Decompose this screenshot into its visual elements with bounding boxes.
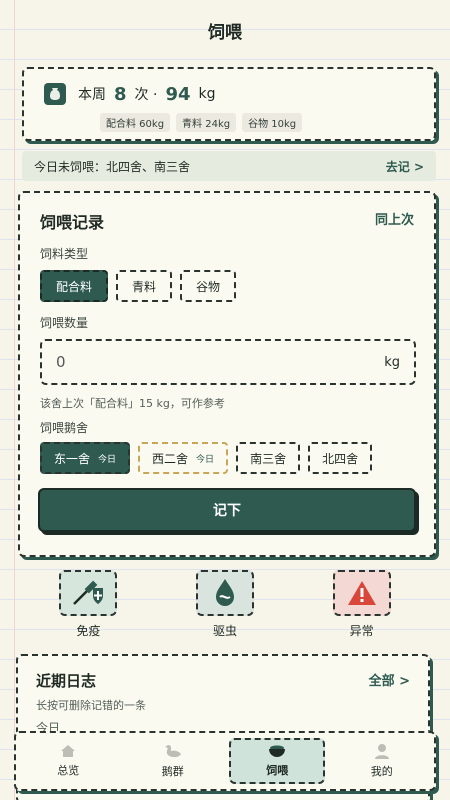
abnormal-action[interactable]: 异常 [317,570,407,639]
weekly-summary-card: 本周 8 次 · 94 kg 配合料 60kg 青料 24kg 谷物 10kg [22,67,436,141]
quantity-hint: 该舍上次「配合料」15 kg，可作参考 [40,397,225,410]
pen-name: 东一舍 [54,451,91,466]
user-icon [374,744,389,759]
deworm-label: 驱虫 [212,624,237,638]
feed-type-grain[interactable]: 谷物 [180,270,237,302]
unfed-notice-text: 今日未饲喂：北四舍、南三舍 [34,159,191,174]
log-all-link[interactable]: 全部 > [369,670,410,691]
week-weight-unit: kg [198,86,216,102]
vaccine-action[interactable]: 免疫 [43,570,133,639]
submit-record-button[interactable]: 记下 [38,488,416,532]
feed-sack-icon [44,83,66,105]
notebook-margin [14,0,15,800]
tab-overview-label: 总览 [57,764,80,777]
syringe-shield-icon[interactable] [59,570,118,616]
page-title: 饲喂 [208,22,242,43]
log-title: 近期日志 [36,672,97,690]
pen-west-two[interactable]: 西二舍 今日 [138,442,229,474]
tab-feeding[interactable]: 饲喂 [229,738,326,784]
feed-type-label: 饲料类型 [40,247,89,261]
pen-north-four[interactable]: 北四舍 [308,442,373,474]
pen-today-tag: 今日 [196,454,215,465]
quantity-label: 饲喂数量 [40,316,89,330]
unfed-notice[interactable]: 今日未饲喂：北四舍、南三舍 去记 > [22,151,436,181]
tab-flock[interactable]: 鹅群 [125,738,221,784]
same-as-last-button[interactable]: 同上次 [375,209,414,233]
chip-green: 青料 24kg [176,113,237,132]
record-title: 饲喂记录 [40,213,105,232]
pen-name: 西二舍 [152,451,189,466]
week-weight: 94 [165,83,191,105]
tab-mine[interactable]: 我的 [334,738,430,784]
feed-bowl-icon [269,745,286,757]
tab-mine-label: 我的 [370,765,393,778]
go-record-link[interactable]: 去记 > [386,158,424,175]
feed-type-compound[interactable]: 配合料 [40,270,109,302]
week-label: 本周 [78,87,106,103]
bottom-tab-bar: 总览 鹅群 饲喂 我的 [14,731,436,791]
home-icon [61,745,76,757]
chip-grain: 谷物 10kg [242,113,303,132]
week-count-unit: 次 · [134,87,158,103]
feeding-record-form: 饲喂记录 同上次 饲料类型 配合料 青料 谷物 饲喂数量 0 kg 该舍上次「配… [18,191,436,557]
feed-type-green[interactable]: 青料 [116,270,173,302]
tab-feeding-label: 饲喂 [266,764,289,777]
chip-compound: 配合料 60kg [100,113,171,132]
week-count: 8 [114,83,127,105]
goose-icon [164,745,181,758]
warning-icon[interactable] [332,570,391,616]
quantity-value[interactable]: 0 [56,353,66,371]
vaccine-label: 免疫 [76,624,101,638]
pen-south-three[interactable]: 南三舍 [236,442,301,474]
pen-today-tag: 今日 [98,454,117,465]
drop-worm-icon[interactable] [195,570,254,616]
quick-actions: 免疫 驱虫 异常 [0,570,450,639]
quantity-unit: kg [384,354,400,370]
pen-name: 南三舍 [250,451,287,466]
pen-label: 饲喂鹅舍 [40,421,89,435]
pen-east-one[interactable]: 东一舍 今日 [40,442,131,474]
deworm-action[interactable]: 驱虫 [180,570,270,639]
quantity-input[interactable]: 0 kg [40,339,416,385]
tab-flock-label: 鹅群 [161,765,184,778]
pen-name: 北四舍 [322,451,359,466]
abnormal-label: 异常 [349,624,374,638]
log-subtitle: 长按可删除记错的一条 [36,699,146,712]
tab-overview[interactable]: 总览 [20,738,116,784]
